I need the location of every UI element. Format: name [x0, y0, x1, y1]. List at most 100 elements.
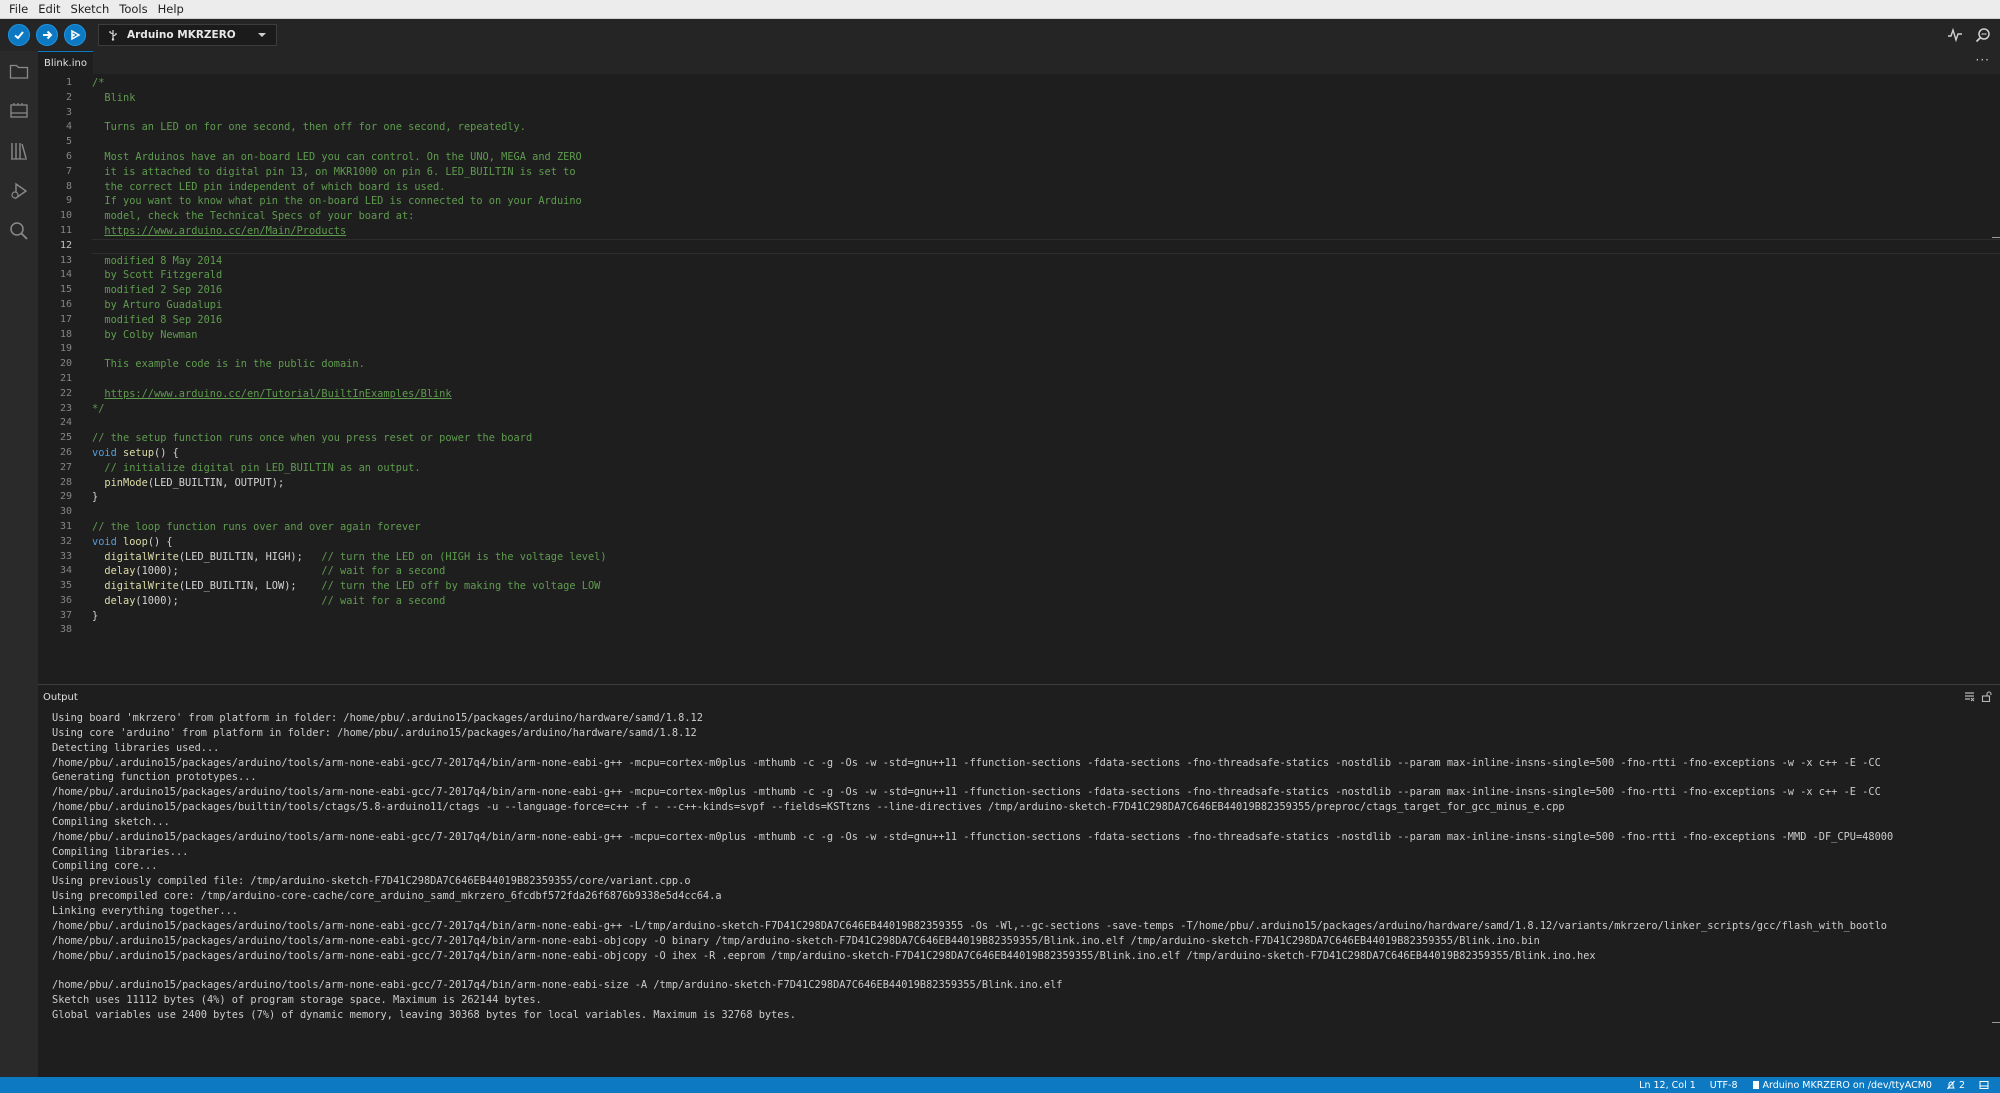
output-line: Generating function prototypes... — [52, 771, 257, 784]
code-line[interactable]: pinMode(LED_BUILTIN, OUTPUT); — [92, 476, 2000, 491]
code-line[interactable]: Most Arduinos have an on-board LED you c… — [92, 150, 2000, 165]
board-port-status[interactable]: Arduino MKRZERO on /dev/ttyACM0 — [1752, 1080, 1932, 1091]
line-number: 31 — [59, 520, 72, 532]
line-number: 17 — [59, 313, 72, 325]
code-line[interactable]: it is attached to digital pin 13, on MKR… — [92, 165, 2000, 180]
usb-icon — [109, 30, 117, 41]
code-line[interactable]: modified 2 Sep 2016 — [92, 283, 2000, 298]
output-title: Output — [43, 692, 78, 703]
debug-view-button[interactable] — [0, 171, 38, 211]
code-line[interactable]: If you want to know what pin the on-boar… — [92, 194, 2000, 209]
code-line[interactable] — [92, 372, 2000, 387]
output-scrollbar[interactable] — [1992, 1022, 2000, 1023]
code-line[interactable]: https://www.arduino.cc/en/Tutorial/Built… — [92, 387, 2000, 402]
output-log[interactable]: Using board 'mkrzero' from platform in f… — [52, 711, 2000, 1077]
output-panel-header: Output — [38, 685, 2000, 710]
sketchbook-button[interactable] — [0, 51, 38, 91]
bell-icon — [1947, 1080, 1955, 1090]
code-line[interactable] — [92, 342, 2000, 357]
output-line: /home/pbu/.arduino15/packages/arduino/to… — [52, 979, 1063, 992]
code-line[interactable] — [92, 623, 2000, 638]
menu-edit[interactable]: Edit — [33, 0, 65, 19]
line-number: 38 — [59, 624, 72, 636]
code-line[interactable]: } — [92, 609, 2000, 624]
code-line[interactable]: // the setup function runs once when you… — [92, 431, 2000, 446]
code-line[interactable]: // initialize digital pin LED_BUILTIN as… — [92, 461, 2000, 476]
code-line[interactable]: the correct LED pin independent of which… — [92, 180, 2000, 195]
output-line: Compiling sketch... — [52, 815, 170, 828]
code-line[interactable]: modified 8 Sep 2016 — [92, 313, 2000, 328]
code-line[interactable]: // the loop function runs over and over … — [92, 520, 2000, 535]
debug-icon — [71, 29, 81, 41]
menu-help[interactable]: Help — [153, 0, 189, 19]
code-line[interactable] — [92, 135, 2000, 150]
line-number: 29 — [59, 491, 72, 503]
menu-tools[interactable]: Tools — [114, 0, 152, 19]
code-editor[interactable]: 1 2 3 4 5 6 7 8 9 10 11 12 13 14 15 16 17 18 19 20 21 22 23 24 2… — [38, 74, 2000, 684]
debug-button[interactable] — [64, 24, 86, 46]
code-line[interactable]: modified 8 May 2014 — [92, 254, 2000, 269]
code-line[interactable]: */ — [92, 402, 2000, 417]
code-line[interactable]: void loop() { — [92, 535, 2000, 550]
line-number: 8 — [65, 180, 72, 192]
code-line[interactable] — [92, 238, 2000, 254]
code-line[interactable]: Blink — [92, 91, 2000, 106]
code-line[interactable]: /* — [92, 76, 2000, 91]
code-line[interactable]: delay(1000); // wait for a second — [92, 594, 2000, 609]
line-number: 6 — [65, 150, 72, 162]
code-line[interactable]: digitalWrite(LED_BUILTIN, LOW); // turn … — [92, 579, 2000, 594]
line-number: 12 — [59, 239, 72, 251]
upload-button[interactable] — [36, 24, 58, 46]
code-line[interactable] — [92, 106, 2000, 121]
notifications-status[interactable]: 2 — [1946, 1080, 1965, 1091]
code-line[interactable]: by Scott Fitzgerald — [92, 268, 2000, 283]
output-line: Sketch uses 11112 bytes (4%) of program … — [52, 994, 542, 1007]
output-line: /home/pbu/.arduino15/packages/arduino/to… — [52, 934, 1540, 947]
code-line[interactable]: void setup() { — [92, 446, 2000, 461]
line-number: 36 — [59, 594, 72, 606]
code-line[interactable]: model, check the Technical Specs of your… — [92, 209, 2000, 224]
more-actions-icon[interactable]: ··· — [1976, 53, 1990, 67]
code-line[interactable] — [92, 416, 2000, 431]
output-line: /home/pbu/.arduino15/packages/arduino/to… — [52, 830, 1894, 843]
output-line: Compiling core... — [52, 860, 158, 873]
verify-button[interactable] — [8, 24, 30, 46]
output-line: Global variables use 2400 bytes (7%) of … — [52, 1008, 796, 1021]
unlock-scroll-icon[interactable] — [1981, 691, 1992, 702]
code-line[interactable]: } — [92, 490, 2000, 505]
tab-blink-ino[interactable]: Blink.ino — [38, 51, 93, 74]
code-line[interactable]: Turns an LED on for one second, then off… — [92, 120, 2000, 135]
serial-monitor-button[interactable] — [1972, 24, 1994, 46]
code-line[interactable] — [92, 505, 2000, 520]
library-manager-button[interactable] — [0, 131, 38, 171]
search-button[interactable] — [0, 211, 38, 251]
menu-file[interactable]: File — [4, 0, 33, 19]
boards-manager-button[interactable] — [0, 91, 38, 131]
clear-output-icon[interactable] — [1964, 691, 1975, 702]
line-number: 21 — [59, 372, 72, 384]
code-line[interactable]: by Colby Newman — [92, 328, 2000, 343]
serial-plotter-button[interactable] — [1944, 24, 1966, 46]
code-line[interactable]: delay(1000); // wait for a second — [92, 564, 2000, 579]
editor-scrollbar[interactable] — [1992, 237, 2000, 238]
code-line[interactable]: https://www.arduino.cc/en/Main/Products — [92, 224, 2000, 239]
board-selector[interactable]: Arduino MKRZERO — [98, 24, 277, 46]
cursor-position[interactable]: Ln 12, Col 1 — [1639, 1080, 1696, 1091]
line-number: 10 — [59, 210, 72, 222]
menu-sketch[interactable]: Sketch — [66, 0, 115, 19]
encoding[interactable]: UTF-8 — [1710, 1080, 1738, 1091]
code-line[interactable]: This example code is in the public domai… — [92, 357, 2000, 372]
notifications-count: 2 — [1958, 1079, 1965, 1091]
folder-icon — [9, 64, 29, 79]
code-line[interactable]: by Arturo Guadalupi — [92, 298, 2000, 313]
code-content[interactable]: /* Blink Turns an LED on for one second,… — [92, 76, 2000, 638]
code-line[interactable]: digitalWrite(LED_BUILTIN, HIGH); // turn… — [92, 550, 2000, 565]
line-number: 18 — [59, 328, 72, 340]
line-number: 26 — [59, 446, 72, 458]
line-number: 25 — [59, 432, 72, 444]
editor-tab-bar: Blink.ino ··· — [38, 51, 2000, 74]
line-number: 32 — [59, 535, 72, 547]
magnifier-dots-icon — [1975, 28, 1990, 43]
toggle-panel-button[interactable] — [1979, 1080, 1992, 1090]
